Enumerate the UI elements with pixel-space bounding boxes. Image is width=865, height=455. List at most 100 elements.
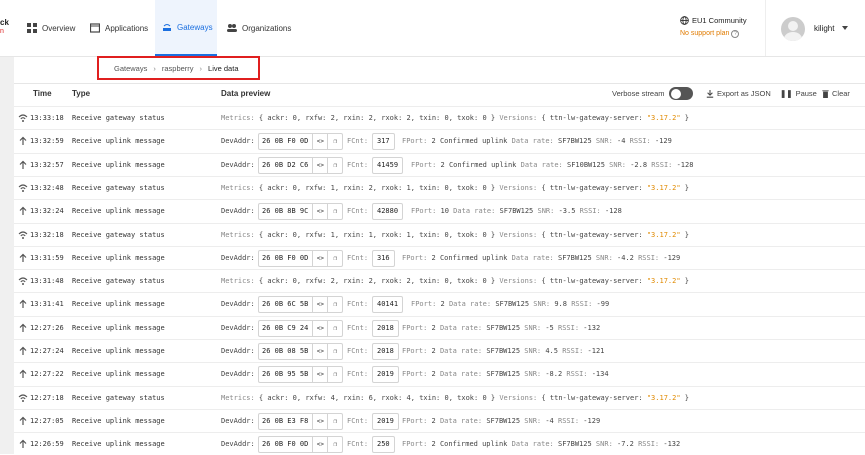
- devaddr-field: 26 0B C9 24 <> ❐: [258, 319, 344, 337]
- arrow-up-icon: [19, 136, 27, 146]
- event-time: 13:33:18: [30, 114, 64, 122]
- event-time: 13:32:57: [30, 160, 64, 169]
- nav-organizations[interactable]: Organizations: [227, 0, 291, 56]
- metric-rxfw: 2: [330, 114, 335, 122]
- table-row[interactable]: 12:27:22 Receive uplink message DevAddr: 26…: [14, 362, 865, 385]
- code-toggle-icon[interactable]: <>: [312, 437, 327, 453]
- versions-label: Versions:: [499, 277, 538, 286]
- copy-icon[interactable]: ❐: [327, 134, 342, 150]
- verbose-stream-toggle[interactable]: [669, 87, 693, 100]
- rssi-value: -132: [583, 323, 601, 332]
- event-type: Receive uplink message: [72, 160, 165, 169]
- nav-gateways[interactable]: Gateways: [155, 0, 217, 56]
- version-value: "3.17.2": [646, 277, 681, 286]
- copy-icon[interactable]: ❐: [327, 437, 342, 453]
- fport-label: FPort:: [402, 347, 428, 355]
- metric-rxfw: 4: [330, 393, 335, 402]
- event-type: Receive gateway status: [72, 183, 165, 192]
- code-toggle-icon[interactable]: <>: [312, 320, 327, 336]
- fport-label: FPort:: [411, 160, 437, 169]
- rssi-label: RSSI:: [566, 370, 588, 379]
- event-type: Receive uplink message: [72, 137, 165, 146]
- metrics-label: Metrics:: [221, 114, 255, 122]
- table-row[interactable]: 12:27:18 Receive gateway status Metrics: {…: [14, 385, 865, 409]
- metric-txok: 0: [482, 230, 487, 239]
- breadcrumb-current: Live data: [208, 63, 239, 73]
- nav-gateways-label: Gateways: [177, 22, 213, 32]
- code-toggle-icon[interactable]: <>: [312, 204, 327, 220]
- logo[interactable]: ck n: [0, 18, 14, 38]
- data-rate-label: Data rate:: [439, 416, 483, 425]
- username[interactable]: kilight: [814, 24, 834, 33]
- fport-value: 10: [440, 207, 449, 216]
- devaddr-value: 26 0B F0 0D: [262, 137, 309, 146]
- table-row[interactable]: 13:32:18 Receive gateway status Metrics: {…: [14, 222, 865, 246]
- devaddr-value: 26 0B 95 5B: [262, 370, 309, 379]
- snr-label: SNR:: [537, 207, 555, 216]
- fport-value: 2: [431, 440, 436, 449]
- uplink-details: FPort: 2 Confirmed uplink Data rate: SF7…: [402, 254, 680, 262]
- copy-icon[interactable]: ❐: [327, 297, 342, 313]
- versions-label: Versions:: [499, 230, 538, 239]
- nav-overview[interactable]: Overview: [27, 0, 75, 56]
- snr-label: SNR:: [524, 323, 542, 332]
- metric-txin: 0: [444, 393, 449, 402]
- arrow-up-icon: [19, 206, 27, 216]
- arrow-up-icon: [19, 253, 27, 262]
- table-row[interactable]: 13:31:41 Receive uplink message DevAddr: 26…: [14, 292, 865, 315]
- data-rate-value: SF7BW125: [557, 253, 592, 262]
- copy-icon[interactable]: ❐: [327, 367, 342, 383]
- table-row[interactable]: 13:32:24 Receive uplink message DevAddr: 26…: [14, 199, 865, 222]
- pause-button[interactable]: ❚❚ Pause: [780, 89, 817, 98]
- copy-icon[interactable]: ❐: [327, 413, 342, 429]
- copy-icon[interactable]: ❐: [327, 157, 342, 173]
- server-label: ttn-lw-gateway-server:: [549, 393, 643, 402]
- table-row[interactable]: 12:27:05 Receive uplink message DevAddr: 26…: [14, 408, 865, 432]
- snr-label: SNR:: [595, 253, 613, 262]
- column-data-preview: Data preview: [221, 89, 271, 98]
- chevron-down-icon[interactable]: [842, 26, 848, 30]
- copy-icon[interactable]: ❐: [327, 344, 342, 359]
- breadcrumb-gateways[interactable]: Gateways: [114, 64, 147, 73]
- table-row[interactable]: 13:31:48 Receive gateway status Metrics: {…: [14, 269, 865, 292]
- metric-rxok: 1: [406, 183, 411, 192]
- table-row[interactable]: 13:32:59 Receive uplink message DevAddr: 26…: [14, 129, 865, 152]
- breadcrumb-gateway[interactable]: raspberry: [162, 64, 194, 73]
- table-row[interactable]: 13:33:18 Receive gateway status Metrics: {…: [14, 106, 865, 129]
- clear-button[interactable]: Clear: [822, 89, 850, 98]
- data-rate-label: Data rate:: [520, 160, 563, 169]
- copy-icon[interactable]: ❐: [327, 204, 342, 220]
- data-rate-value: SF7BW125: [486, 323, 521, 332]
- code-toggle-icon[interactable]: <>: [312, 250, 327, 266]
- code-toggle-icon[interactable]: <>: [312, 413, 327, 429]
- table-row[interactable]: 12:27:26 Receive uplink message DevAddr: 26…: [14, 315, 865, 339]
- code-toggle-icon[interactable]: <>: [312, 344, 327, 359]
- table-row[interactable]: 13:31:59 Receive uplink message DevAddr: 26…: [14, 245, 865, 269]
- snr-label: SNR:: [524, 370, 542, 379]
- table-row[interactable]: 12:27:24 Receive uplink message DevAddr: 26…: [14, 339, 865, 362]
- avatar[interactable]: [781, 17, 805, 41]
- snr-value: 9.8: [554, 300, 567, 309]
- export-json-button[interactable]: Export as JSON: [706, 89, 771, 98]
- copy-icon[interactable]: ❐: [327, 250, 342, 266]
- code-toggle-icon[interactable]: <>: [312, 134, 327, 150]
- table-row[interactable]: 13:32:48 Receive gateway status Metrics: {…: [14, 175, 865, 199]
- code-toggle-icon[interactable]: <>: [312, 297, 327, 313]
- fport-value: 2: [431, 137, 436, 146]
- applications-icon: [90, 23, 100, 33]
- code-toggle-icon[interactable]: <>: [312, 157, 327, 173]
- metric-rxin: 2: [368, 183, 373, 192]
- nav-applications[interactable]: Applications: [90, 0, 148, 56]
- devaddr-label: DevAddr:: [221, 347, 255, 355]
- support-plan-link[interactable]: No support plan ?: [680, 30, 775, 38]
- cluster-selector[interactable]: EU1 Community No support plan ?: [680, 16, 775, 38]
- copy-icon[interactable]: ❐: [327, 320, 342, 336]
- metric-txin: 0: [444, 114, 449, 122]
- table-row[interactable]: 12:26:59 Receive uplink message DevAddr: 26…: [14, 432, 865, 455]
- metric-rxfw: 1: [330, 230, 335, 239]
- wifi-icon: [18, 394, 28, 402]
- table-row[interactable]: 13:32:57 Receive uplink message DevAddr: 26…: [14, 152, 865, 176]
- code-toggle-icon[interactable]: <>: [312, 367, 327, 383]
- metric-txin: 0: [444, 277, 449, 286]
- data-rate-label: Data rate:: [511, 440, 554, 449]
